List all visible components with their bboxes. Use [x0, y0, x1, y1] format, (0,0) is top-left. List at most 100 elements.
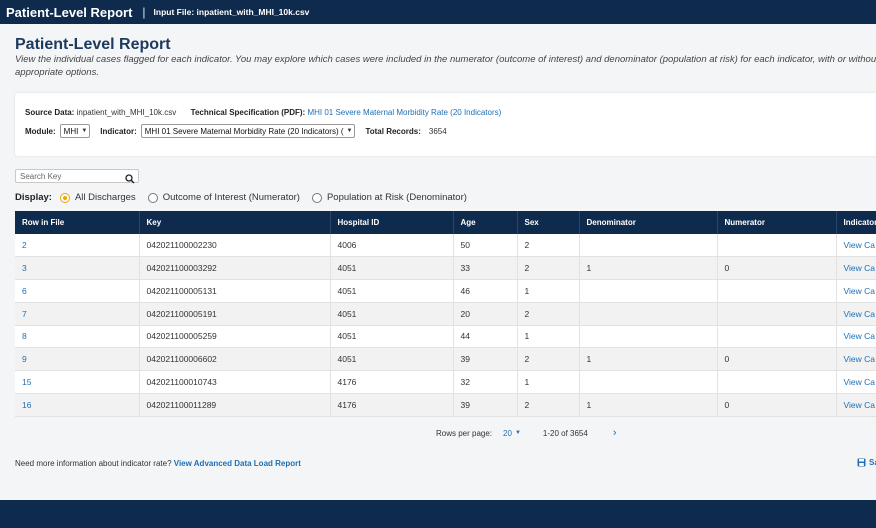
- chevron-right-icon[interactable]: ›: [613, 427, 617, 439]
- filters-row: Module: MHI ▼ Indicator: MHI 01 Severe M…: [25, 124, 447, 138]
- cell-age: 39: [453, 393, 518, 417]
- cell-denominator: [579, 302, 718, 326]
- save-icon: [857, 458, 866, 467]
- cell-denominator: [579, 370, 718, 394]
- cell-denominator: [579, 234, 718, 258]
- rows-per-page-select[interactable]: 20 ▼: [503, 429, 521, 438]
- cell-row-in-file[interactable]: 9: [15, 347, 140, 371]
- cell-indicator[interactable]: View Ca: [836, 370, 876, 394]
- page-description: View the individual cases flagged for ea…: [15, 54, 876, 78]
- cell-numerator: [717, 302, 837, 326]
- search-box: [15, 169, 139, 184]
- table-body: 2 042021100002230 4006 50 2 View Ca 3 042021100…: [15, 234, 876, 417]
- cell-indicator[interactable]: View Ca: [836, 393, 876, 417]
- radio-population-denominator-label: Population at Risk (Denominator): [326, 192, 467, 203]
- total-records-label: Total Records:: [365, 126, 421, 136]
- cell-indicator[interactable]: View Ca: [836, 234, 876, 258]
- radio-population-denominator[interactable]: Population at Risk (Denominator): [311, 192, 467, 203]
- cell-row-in-file[interactable]: 8: [15, 325, 140, 349]
- cell-hospital-id: 4051: [330, 279, 454, 303]
- bottom-bar: [0, 500, 876, 528]
- cell-sex: 2: [517, 393, 580, 417]
- patient-table: Row in File Key Hospital ID Age Sex Deno…: [15, 211, 876, 417]
- page-title: Patient-Level Report: [15, 36, 171, 53]
- save-button-label: Sa: [869, 458, 876, 467]
- top-app-bar: Patient-Level Report | Input File: inpat…: [0, 0, 876, 24]
- search-input[interactable]: [20, 171, 120, 181]
- table-row: 8 042021100005259 4051 44 1 View Ca: [15, 325, 876, 349]
- table-row: 3 042021100003292 4051 33 2 1 0 View Ca: [15, 256, 876, 280]
- cell-indicator[interactable]: View Ca: [836, 302, 876, 326]
- app-title: Patient-Level Report: [6, 4, 133, 20]
- cell-key: 042021100005259: [139, 325, 331, 349]
- tech-spec-label: Technical Specification (PDF):: [190, 108, 306, 117]
- total-records-value: 3654: [428, 126, 447, 136]
- cell-hospital-id: 4051: [330, 256, 454, 280]
- rows-per-page-label: Rows per page:: [436, 428, 493, 438]
- cell-age: 32: [453, 370, 518, 394]
- col-header-denominator[interactable]: Denominator: [579, 211, 718, 234]
- module-label: Module:: [25, 126, 56, 136]
- pagination-range: 1-20 of 3654: [542, 428, 588, 438]
- cell-indicator[interactable]: View Ca: [836, 279, 876, 303]
- radio-selected-icon: [59, 192, 70, 203]
- source-data-label: Source Data:: [25, 108, 75, 117]
- cell-denominator: [579, 279, 718, 303]
- tech-spec-link[interactable]: MHI 01 Severe Maternal Morbidity Rate (2…: [307, 108, 501, 117]
- table-row: 16 042021100011289 4176 39 2 1 0 View Ca: [15, 393, 876, 417]
- caret-down-icon: ▼: [514, 430, 521, 436]
- cell-row-in-file[interactable]: 6: [15, 279, 140, 303]
- cell-indicator[interactable]: View Ca: [836, 325, 876, 349]
- advanced-data-load-link[interactable]: View Advanced Data Load Report: [174, 459, 301, 468]
- header-separator: |: [142, 5, 146, 19]
- col-header-key[interactable]: Key: [139, 211, 331, 234]
- table-row: 6 042021100005131 4051 46 1 View Ca: [15, 279, 876, 303]
- cell-key: 042021100010743: [139, 370, 331, 394]
- display-label: Display:: [15, 192, 52, 203]
- cell-numerator: [717, 370, 837, 394]
- col-header-numerator[interactable]: Numerator: [717, 211, 837, 234]
- save-button[interactable]: Sa: [857, 458, 876, 467]
- cell-hospital-id: 4176: [330, 370, 454, 394]
- display-filter: Display: All Discharges Outcome of Inter…: [15, 192, 479, 203]
- col-header-sex[interactable]: Sex: [517, 211, 580, 234]
- cell-age: 50: [453, 234, 518, 258]
- cell-age: 39: [453, 347, 518, 371]
- cell-denominator: 1: [579, 256, 718, 280]
- source-info-row: Source Data: inpatient_with_MHI_10k.csv …: [25, 108, 501, 117]
- cell-row-in-file[interactable]: 15: [15, 370, 140, 394]
- cell-numerator: [717, 325, 837, 349]
- cell-row-in-file[interactable]: 3: [15, 256, 140, 280]
- col-header-row-in-file[interactable]: Row in File: [15, 211, 140, 234]
- cell-key: 042021100002230: [139, 234, 331, 258]
- footer-note-text: Need more information about indicator ra…: [15, 459, 172, 468]
- cell-row-in-file[interactable]: 7: [15, 302, 140, 326]
- radio-outcome-numerator[interactable]: Outcome of Interest (Numerator): [147, 192, 300, 203]
- cell-hospital-id: 4051: [330, 325, 454, 349]
- cell-key: 042021100011289: [139, 393, 331, 417]
- cell-key: 042021100005131: [139, 279, 331, 303]
- cell-denominator: 1: [579, 347, 718, 371]
- cell-sex: 2: [517, 256, 580, 280]
- cell-indicator[interactable]: View Ca: [836, 256, 876, 280]
- table-row: 2 042021100002230 4006 50 2 View Ca: [15, 234, 876, 258]
- cell-sex: 2: [517, 347, 580, 371]
- cell-sex: 2: [517, 302, 580, 326]
- cell-denominator: 1: [579, 393, 718, 417]
- radio-empty-icon: [147, 192, 158, 203]
- module-select[interactable]: MHI ▼: [59, 124, 91, 138]
- source-data-value: inpatient_with_MHI_10k.csv: [76, 108, 177, 117]
- radio-all-discharges[interactable]: All Discharges: [59, 192, 136, 203]
- cell-row-in-file[interactable]: 16: [15, 393, 140, 417]
- cell-row-in-file[interactable]: 2: [15, 234, 140, 258]
- col-header-age[interactable]: Age: [453, 211, 518, 234]
- cell-denominator: [579, 325, 718, 349]
- cell-hospital-id: 4176: [330, 393, 454, 417]
- col-header-hospital-id[interactable]: Hospital ID: [330, 211, 454, 234]
- col-header-indicator[interactable]: Indicator: [836, 211, 876, 234]
- main-content: Patient-Level Report View the individual…: [0, 24, 876, 500]
- cell-indicator[interactable]: View Ca: [836, 347, 876, 371]
- search-icon[interactable]: [125, 171, 135, 189]
- indicator-select[interactable]: MHI 01 Severe Maternal Morbidity Rate (2…: [140, 124, 356, 138]
- indicator-select-value: MHI 01 Severe Maternal Morbidity Rate (2…: [144, 126, 344, 136]
